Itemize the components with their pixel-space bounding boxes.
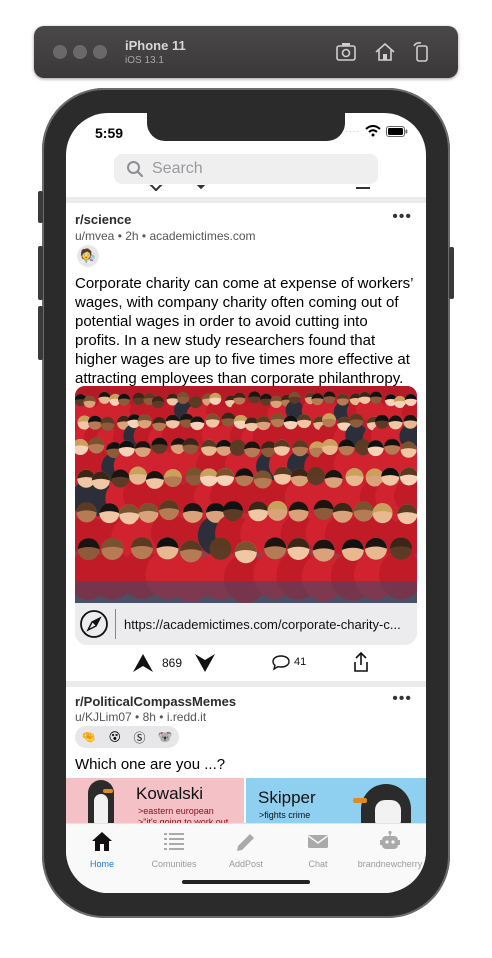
flair-badge-icon: 🧑‍🔬 <box>77 245 99 267</box>
device-name: iPhone 11 <box>125 38 186 53</box>
tab-label: Chat <box>308 859 328 869</box>
meme-right-panel: Skipper >fights crime <box>246 778 426 828</box>
tab-label: AddPost <box>228 859 264 869</box>
post-title[interactable]: Corporate charity can come at expense of… <box>75 274 417 388</box>
wifi-icon <box>365 125 381 137</box>
signal-icon: ···· <box>345 126 360 136</box>
post-score: 869 <box>162 656 183 670</box>
post-image[interactable]: Kowalski >eastern european >"it's going … <box>66 778 426 828</box>
post-domain[interactable]: i.redd.it <box>167 710 206 724</box>
home-icon <box>92 832 112 851</box>
share-icon[interactable] <box>352 652 370 672</box>
status-time: 5:59 <box>95 125 124 141</box>
rotate-icon[interactable] <box>410 40 434 64</box>
search-icon <box>127 161 144 178</box>
compass-icon <box>80 610 108 638</box>
crowd-photo <box>75 386 417 603</box>
post-divider <box>66 197 426 203</box>
upvote-icon[interactable] <box>132 653 154 673</box>
volume-up-button <box>38 246 43 300</box>
search-placeholder: Search <box>152 160 203 177</box>
meme-right-line1: >fights crime <box>259 810 311 820</box>
post-author[interactable]: u/KJLim07 <box>75 710 132 724</box>
post-image[interactable] <box>75 386 417 603</box>
link-url: https://academictimes.com/corporate-char… <box>124 616 401 632</box>
os-version: iOS 13.1 <box>125 55 164 66</box>
power-button <box>449 247 454 299</box>
meme-left-name: Kowalski <box>136 784 204 803</box>
post-domain[interactable]: academictimes.com <box>149 229 255 243</box>
tab-profile[interactable]: brandnewcherry <box>354 830 426 869</box>
post-age: 2h <box>125 229 139 243</box>
tab-comunities[interactable]: Comunities <box>138 830 210 869</box>
more-options-button[interactable]: ••• <box>392 690 412 708</box>
tab-label: Comunities <box>151 859 197 869</box>
notch <box>147 113 345 141</box>
robot-icon <box>380 830 400 849</box>
flair-badges: 🤏 😵 Ⓢ 🐨 <box>75 726 179 748</box>
downvote-icon[interactable] <box>194 653 216 673</box>
penguin-illustration <box>88 780 114 828</box>
tab-label: brandnewcherry <box>357 859 423 869</box>
post-age: 8h <box>142 710 156 724</box>
comment-count: 41 <box>294 656 307 668</box>
post-author[interactable]: u/mvea <box>75 229 114 243</box>
zoom-window-button[interactable] <box>93 45 107 59</box>
post-title[interactable]: Which one are you ...? <box>75 755 417 774</box>
post-divider <box>66 681 426 687</box>
battery-icon <box>386 125 408 137</box>
post-subreddit[interactable]: r/PoliticalCompassMemes <box>75 693 417 711</box>
meme-left-panel: Kowalski >eastern european >"it's going … <box>66 778 244 828</box>
post-meta: u/mvea • 2h • academictimes.com <box>75 229 256 243</box>
close-window-button[interactable] <box>53 45 67 59</box>
tab-addpost[interactable]: AddPost <box>210 830 282 869</box>
post-actions: 869 41 <box>66 651 426 675</box>
post-meta: u/KJLim07 • 8h • i.redd.it <box>75 710 207 724</box>
previous-post-actions <box>136 185 376 191</box>
flair-emoji-icon: 😵 <box>108 730 122 744</box>
flair-emoji-icon: Ⓢ <box>133 730 146 745</box>
phone-screen: 5:59 ···· Search r/science ••• u/mvea • … <box>66 113 426 893</box>
more-options-button[interactable]: ••• <box>392 208 412 226</box>
meme-left-line1: >eastern european <box>138 806 214 816</box>
minimize-window-button[interactable] <box>73 45 87 59</box>
home-button-icon[interactable] <box>373 40 397 64</box>
status-indicators: ···· <box>345 125 408 137</box>
list-icon <box>164 833 184 850</box>
flair-emoji-icon: 🤏 <box>81 730 97 744</box>
search-bar[interactable]: Search <box>114 154 378 184</box>
mail-icon <box>308 835 328 848</box>
tab-chat[interactable]: Chat <box>282 830 354 869</box>
meme-right-name: Skipper <box>258 788 316 807</box>
volume-down-button <box>38 306 43 360</box>
simulator-title-bar: iPhone 11 iOS 13.1 <box>34 26 458 78</box>
screenshot-icon[interactable] <box>334 40 358 64</box>
home-indicator[interactable] <box>182 880 310 884</box>
tab-home[interactable]: Home <box>66 830 138 869</box>
post-subreddit[interactable]: r/science <box>75 211 417 229</box>
tab-label: Home <box>89 859 114 869</box>
flair-emoji-icon: 🐨 <box>157 730 173 744</box>
pencil-icon <box>237 834 254 851</box>
penguin-illustration <box>353 784 411 828</box>
mute-switch <box>38 191 43 223</box>
comment-icon[interactable] <box>272 654 290 671</box>
link-preview[interactable]: https://academictimes.com/corporate-char… <box>75 603 417 645</box>
